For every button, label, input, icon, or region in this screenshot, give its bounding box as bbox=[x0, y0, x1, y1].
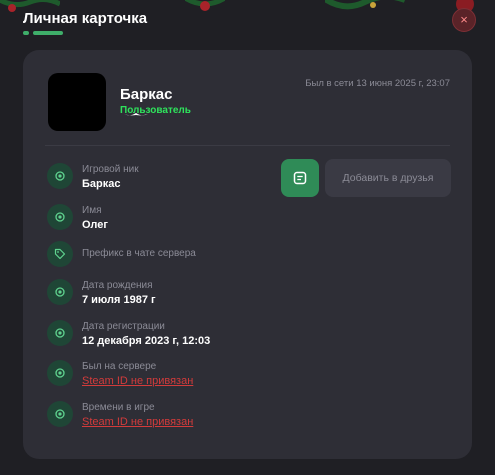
garland-decoration-center bbox=[185, 0, 225, 18]
field-label: Был на сервере bbox=[82, 361, 157, 372]
profile-username: Баркас bbox=[120, 86, 173, 103]
add-friend-button[interactable]: Добавить в друзья bbox=[325, 159, 451, 197]
circle-dot-icon bbox=[47, 401, 73, 427]
tag-icon bbox=[47, 241, 73, 267]
field-label: Имя bbox=[82, 205, 102, 216]
circle-dot-icon bbox=[47, 320, 73, 346]
profile-card: Баркас Пользователь Был в сети 13 июня 2… bbox=[23, 50, 472, 459]
field-value: Олег bbox=[82, 219, 108, 231]
circle-dot-icon bbox=[47, 163, 73, 189]
note-button[interactable] bbox=[281, 159, 319, 197]
avatar bbox=[48, 73, 106, 131]
circle-dot-icon bbox=[47, 204, 73, 230]
garland-decoration-right bbox=[325, 0, 405, 18]
divider bbox=[45, 145, 450, 146]
steam-id-link[interactable]: Steam ID не привязан bbox=[82, 416, 193, 428]
field-label: Времени в игре bbox=[82, 402, 155, 413]
steam-id-link[interactable]: Steam ID не привязан bbox=[82, 375, 193, 387]
circle-dot-icon bbox=[47, 279, 73, 305]
field-label: Дата регистрации bbox=[82, 321, 165, 332]
note-icon bbox=[293, 171, 307, 185]
circle-dot-icon bbox=[47, 360, 73, 386]
field-label: Префикс в чате сервера bbox=[82, 248, 196, 259]
field-value: 12 декабря 2023 г, 12:03 bbox=[82, 335, 211, 347]
window-title: Личная карточка bbox=[23, 10, 148, 27]
mustache-icon bbox=[124, 113, 148, 116]
field-label: Игровой ник bbox=[82, 164, 139, 175]
field-value: 7 июля 1987 г bbox=[82, 294, 156, 306]
last-seen-text: Был в сети 13 июня 2025 г, 23:07 bbox=[305, 78, 450, 89]
close-button[interactable]: × bbox=[452, 8, 476, 32]
field-label: Дата рождения bbox=[82, 280, 153, 291]
title-underline bbox=[23, 31, 63, 35]
field-value: Баркас bbox=[82, 178, 121, 190]
